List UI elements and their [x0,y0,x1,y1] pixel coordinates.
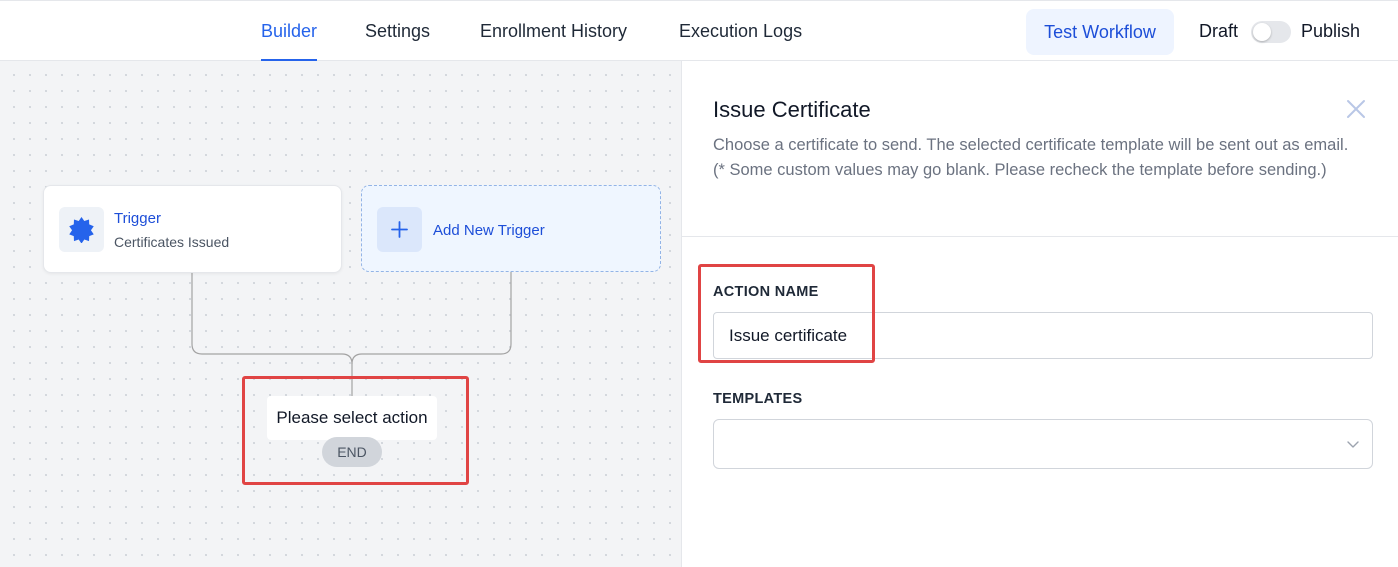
plus-icon-container [377,207,422,252]
tab-builder[interactable]: Builder [261,1,318,61]
draft-label: Draft [1199,21,1239,41]
action-name-input[interactable] [713,312,1373,359]
panel-divider [682,236,1398,237]
workflow-canvas[interactable]: Trigger Certificates Issued Add New Trig… [0,61,681,567]
panel-description: Choose a certificate to send. The select… [713,136,1349,179]
close-icon[interactable] [1344,97,1370,123]
trigger-icon-container [59,207,104,252]
certificate-badge-icon [69,216,94,243]
tab-execution-logs[interactable]: Execution Logs [679,1,802,61]
publish-label: Publish [1301,21,1361,41]
end-badge: END [322,437,382,467]
toggle-knob [1253,23,1271,41]
action-name-label: ACTION NAME [713,284,819,300]
chevron-down-icon [1347,441,1359,448]
plus-icon [391,221,408,238]
add-new-trigger-button[interactable]: Add New Trigger [361,185,661,272]
publish-toggle[interactable] [1251,21,1291,43]
panel-title: Issue Certificate [713,97,871,122]
trigger-subtitle: Certificates Issued [114,234,230,250]
test-workflow-button[interactable]: Test Workflow [1026,9,1174,55]
templates-label: TEMPLATES [713,391,803,407]
templates-select[interactable] [713,419,1373,469]
add-trigger-connector [351,272,512,365]
select-action-node[interactable]: Please select action [267,396,437,440]
top-nav-bar: Builder Settings Enrollment History Exec… [0,0,1398,61]
action-settings-panel: Issue Certificate Choose a certificate t… [681,61,1398,567]
tab-settings[interactable]: Settings [365,1,430,61]
tab-enrollment-history[interactable]: Enrollment History [480,1,627,61]
trigger-node[interactable]: Trigger Certificates Issued [43,185,342,273]
trigger-title: Trigger [114,210,161,227]
trigger-connector [191,272,353,396]
connector-lines [191,272,512,396]
add-new-trigger-label: Add New Trigger [433,222,545,239]
